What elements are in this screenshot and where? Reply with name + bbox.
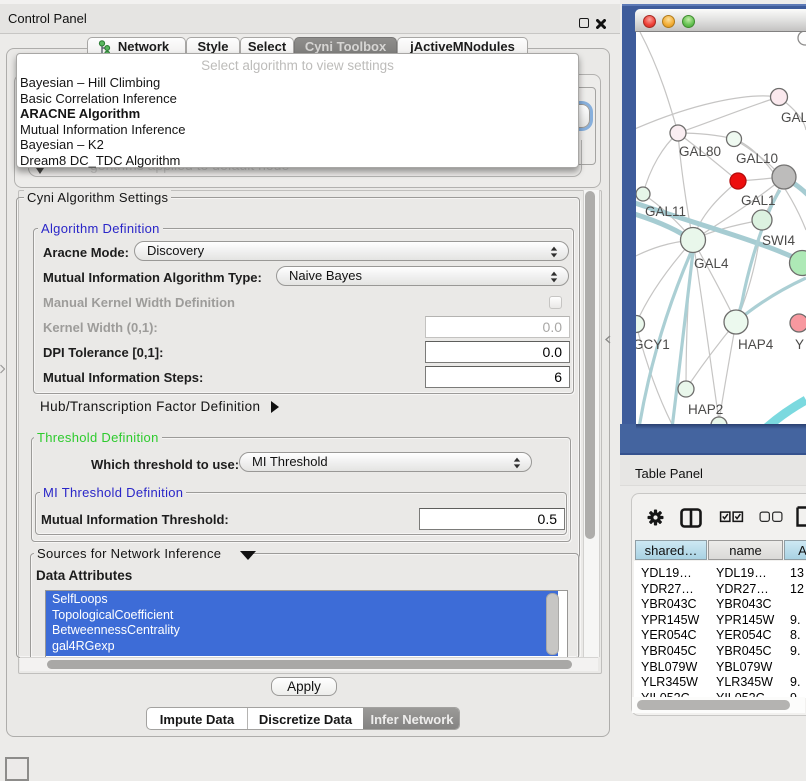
svg-text:GAL1: GAL1	[741, 193, 776, 208]
svg-text:GAL: GAL	[781, 110, 806, 125]
svg-text:Y: Y	[795, 337, 804, 352]
svg-text:GAL80: GAL80	[679, 144, 721, 159]
svg-text:GCY1: GCY1	[636, 337, 670, 352]
svg-text:SWI4: SWI4	[762, 233, 795, 248]
svg-text:GAL4: GAL4	[694, 256, 729, 271]
svg-text:HAP4: HAP4	[738, 337, 774, 352]
svg-text:GAL11: GAL11	[645, 204, 686, 219]
svg-text:GAL10: GAL10	[736, 151, 778, 166]
svg-text:HAP2: HAP2	[688, 402, 723, 417]
